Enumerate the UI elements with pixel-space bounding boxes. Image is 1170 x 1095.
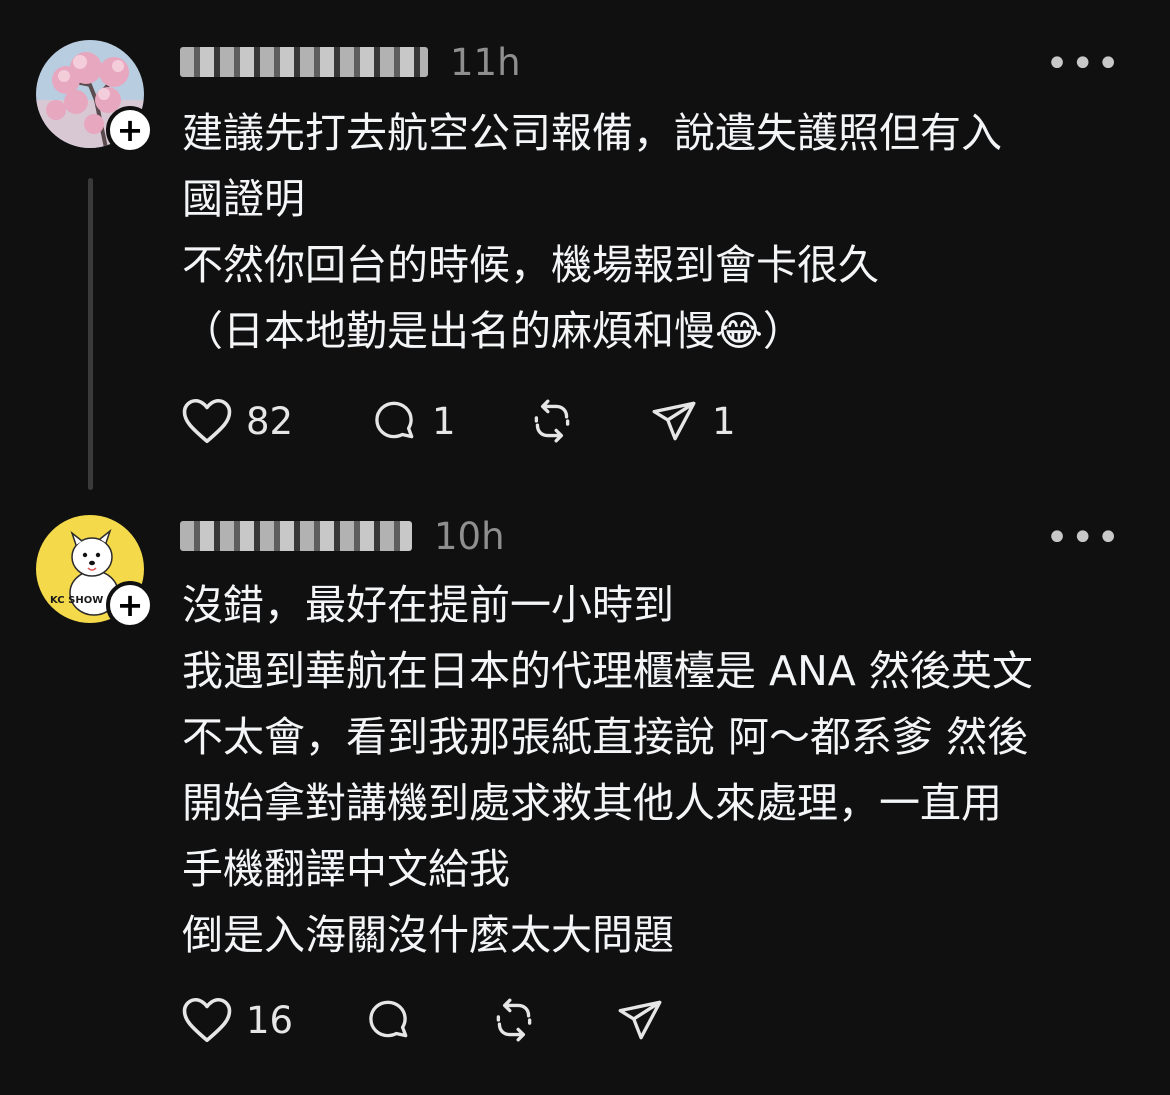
avatar-text: KC SHOW bbox=[50, 595, 103, 606]
repost-button[interactable] bbox=[526, 396, 648, 446]
reply-count: 1 bbox=[432, 399, 456, 443]
repost-button[interactable] bbox=[488, 995, 614, 1045]
timestamp: 10h bbox=[434, 514, 505, 558]
body-line: 沒錯，最好在提前一小時到 bbox=[182, 581, 674, 629]
avatar-container[interactable]: + bbox=[36, 40, 154, 154]
more-icon[interactable]: ••• bbox=[1045, 44, 1122, 84]
body-line: 不太會，看到我那張紙直接說 阿～都系爹 然後 bbox=[182, 713, 1029, 761]
like-button[interactable]: 16 bbox=[180, 995, 362, 1045]
repost-icon bbox=[534, 399, 570, 443]
timestamp: 11h bbox=[450, 40, 521, 84]
thread-post: KC SHOW + 10h ••• 沒錯，最好在提前一小時到 我遇到華航在日本的… bbox=[0, 500, 1170, 1090]
post-header: 10h bbox=[180, 510, 505, 562]
repost-icon bbox=[496, 998, 532, 1042]
thread-post: + 11h ••• 建議先打去航空公司報備，說遺失護照但有入 國證明 不然你回台… bbox=[0, 0, 1170, 500]
post-body: 沒錯，最好在提前一小時到 我遇到華航在日本的代理櫃檯是 ANA 然後英文 不太會… bbox=[182, 572, 1132, 968]
share-icon bbox=[652, 401, 696, 441]
comment-icon bbox=[369, 1000, 408, 1038]
reply-button[interactable]: 1 bbox=[368, 396, 526, 446]
heart-icon bbox=[182, 997, 232, 1043]
comment-icon bbox=[375, 401, 414, 439]
share-count: 1 bbox=[712, 399, 736, 443]
like-count: 16 bbox=[246, 998, 294, 1042]
share-button[interactable]: 1 bbox=[648, 396, 736, 446]
body-line: 倒是入海關沒什麼太大問題 bbox=[182, 911, 674, 959]
follow-plus-icon[interactable]: + bbox=[106, 581, 154, 629]
follow-plus-icon[interactable]: + bbox=[106, 106, 154, 154]
username-redacted[interactable] bbox=[180, 521, 412, 551]
body-line: 我遇到華航在日本的代理櫃檯是 ANA 然後英文 bbox=[182, 647, 1033, 695]
share-icon bbox=[618, 1000, 662, 1040]
heart-icon bbox=[182, 398, 232, 444]
username-redacted[interactable] bbox=[180, 47, 428, 77]
thread-connector-line bbox=[88, 178, 93, 490]
post-header: 11h bbox=[180, 36, 521, 88]
body-line: （日本地勤是出名的麻煩和慢😂） bbox=[182, 307, 804, 355]
body-line: 開始拿對講機到處求救其他人來處理，一直用 bbox=[182, 779, 1002, 827]
avatar-container[interactable]: KC SHOW + bbox=[36, 515, 154, 629]
body-line: 不然你回台的時候，機場報到會卡很久 bbox=[182, 241, 879, 289]
body-line: 建議先打去航空公司報備，說遺失護照但有入 bbox=[182, 109, 1002, 157]
action-bar: 82 1 1 bbox=[180, 393, 736, 449]
body-line: 手機翻譯中文給我 bbox=[182, 845, 510, 893]
body-line: 國證明 bbox=[182, 175, 305, 223]
like-count: 82 bbox=[246, 399, 294, 443]
more-icon[interactable]: ••• bbox=[1045, 518, 1122, 558]
action-bar: 16 bbox=[180, 992, 666, 1048]
like-button[interactable]: 82 bbox=[180, 396, 368, 446]
post-body: 建議先打去航空公司報備，說遺失護照但有入 國證明 不然你回台的時候，機場報到會卡… bbox=[182, 100, 1132, 364]
reply-button[interactable] bbox=[362, 995, 488, 1045]
share-button[interactable] bbox=[614, 995, 666, 1045]
